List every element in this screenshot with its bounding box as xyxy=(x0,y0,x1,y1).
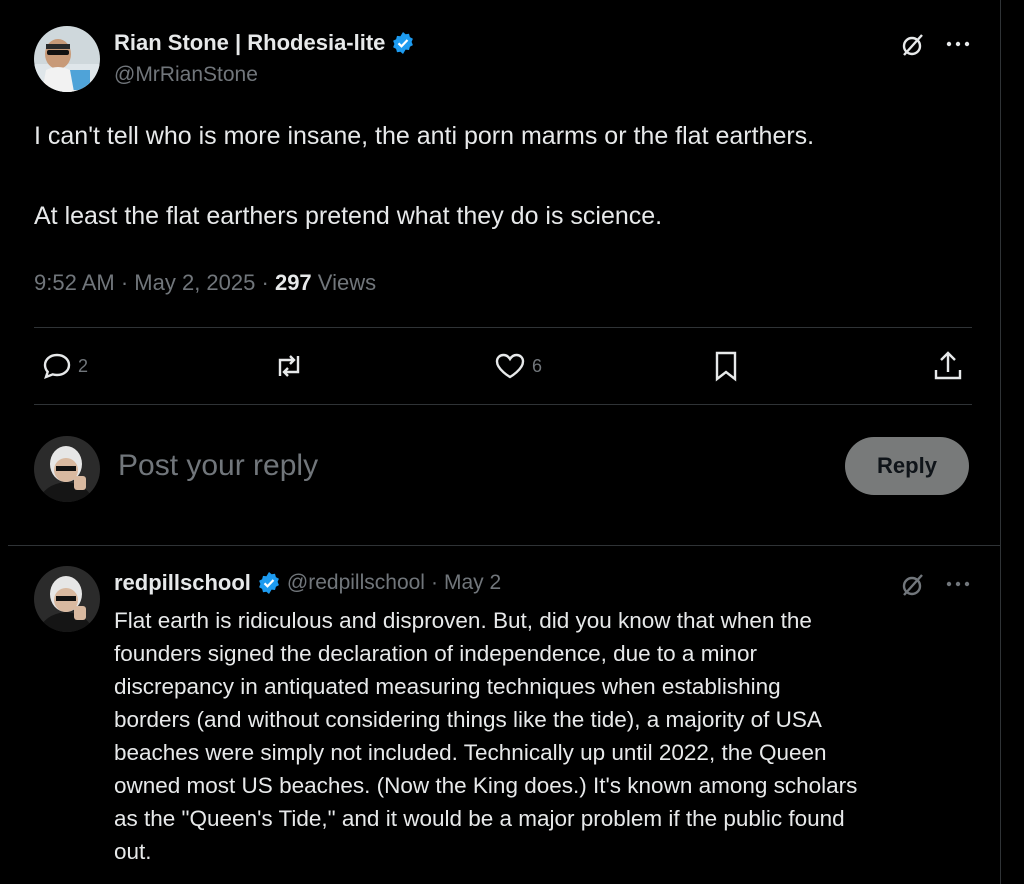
reply-text-line: as the "Queen's Tide," and it would be a… xyxy=(114,806,845,831)
reply-text-line: discrepancy in antiquated measuring tech… xyxy=(114,674,781,699)
reply-count: 2 xyxy=(78,355,89,376)
share-icon xyxy=(932,350,964,382)
more-icon[interactable] xyxy=(946,40,970,48)
author-name-row[interactable]: Rian Stone | Rhodesia-lite xyxy=(114,30,415,56)
reply-text-line: owned most US beaches. (Now the King doe… xyxy=(114,773,858,798)
grok-icon[interactable] xyxy=(900,32,926,58)
retweet-icon xyxy=(272,352,306,380)
reply-text-line: Flat earth is ridiculous and disproven. … xyxy=(114,608,812,633)
author-handle[interactable]: @MrRianStone xyxy=(114,63,258,87)
tweet-meta: 9:52 AM · May 2, 2025 · 297 Views xyxy=(34,270,376,296)
like-count: 6 xyxy=(532,355,543,376)
reply-author-row: redpillschool @redpillschool · May 2 xyxy=(114,570,501,596)
bookmark-icon xyxy=(712,350,740,382)
reply-date[interactable]: May 2 xyxy=(444,571,501,595)
reply-input[interactable]: Post your reply xyxy=(118,449,318,483)
reply-text-line: borders (and without considering things … xyxy=(114,707,822,732)
reply-icon xyxy=(42,352,72,380)
reply-author-avatar[interactable] xyxy=(34,566,100,632)
reply-text-line: out. xyxy=(114,839,152,864)
reply-text-line: founders signed the declaration of indep… xyxy=(114,641,757,666)
reply-button[interactable]: Reply xyxy=(845,437,969,495)
reply-author-handle[interactable]: @redpillschool xyxy=(287,571,425,595)
meta-separator: · xyxy=(261,270,275,295)
bookmark-action[interactable] xyxy=(712,350,740,382)
divider xyxy=(8,545,1000,546)
author-name[interactable]: Rian Stone | Rhodesia-lite xyxy=(114,30,385,56)
retweet-action[interactable] xyxy=(272,352,306,380)
reply-action[interactable]: 2 xyxy=(42,352,88,380)
views-count: 297 xyxy=(274,270,312,295)
tweet-time[interactable]: 9:52 AM xyxy=(34,270,115,295)
verified-badge-icon xyxy=(257,571,281,595)
divider xyxy=(34,404,972,405)
tweet-column: Rian Stone | Rhodesia-lite @MrRianStone … xyxy=(8,0,1001,884)
reply-text: Flat earth is ridiculous and disproven. … xyxy=(114,604,857,868)
like-icon xyxy=(494,352,526,380)
meta-separator: · xyxy=(430,571,438,594)
tweet-text-line-1: I can't tell who is more insane, the ant… xyxy=(34,122,815,150)
meta-separator: · xyxy=(120,270,135,295)
author-avatar[interactable] xyxy=(34,26,100,92)
share-action[interactable] xyxy=(932,350,964,382)
tweet-text-line-2: At least the flat earthers pretend what … xyxy=(34,202,663,230)
like-action[interactable]: 6 xyxy=(494,352,542,380)
verified-badge-icon xyxy=(391,31,415,55)
views-label: Views xyxy=(317,270,377,295)
grok-icon[interactable] xyxy=(900,572,926,598)
tweet-date[interactable]: May 2, 2025 xyxy=(134,270,255,295)
reply-author-name[interactable]: redpillschool xyxy=(114,570,251,596)
divider xyxy=(34,327,972,328)
user-avatar[interactable] xyxy=(34,436,100,502)
more-icon[interactable] xyxy=(946,580,970,588)
reply-text-line: beaches were simply not included. Techni… xyxy=(114,740,827,765)
